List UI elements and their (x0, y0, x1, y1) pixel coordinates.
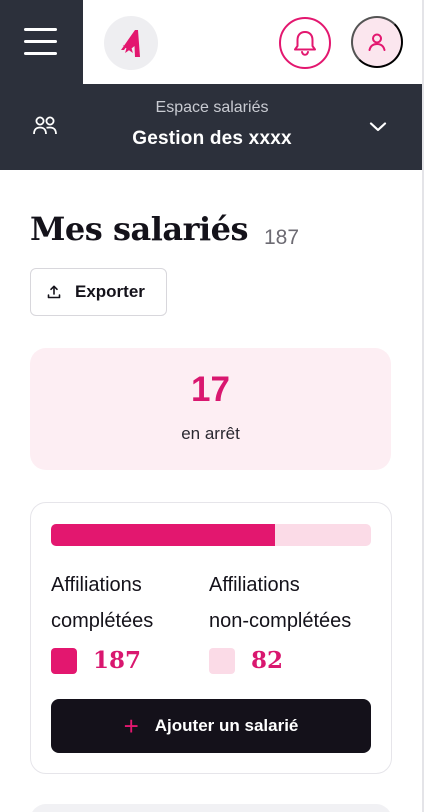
upload-icon (47, 285, 61, 299)
export-label: Exporter (75, 282, 145, 301)
plus-icon: + (123, 711, 139, 741)
incomplete-affiliations-value: 82 (209, 647, 283, 674)
page: Espace salariés Gestion des xxxx Mes sal… (0, 0, 422, 812)
incomplete-swatch (209, 647, 235, 674)
top-bar (0, 0, 422, 84)
employee-count: 187 (264, 226, 300, 249)
export-button[interactable]: Exporter (30, 268, 167, 316)
bell-icon (294, 31, 316, 56)
affiliation-progress-fill (51, 524, 275, 546)
sick-leave-card[interactable]: 17 en arrêt (30, 348, 391, 470)
brand-logo[interactable] (104, 16, 158, 70)
completed-affiliations-label: Affiliations complétées (51, 574, 154, 632)
notifications-button[interactable] (279, 17, 331, 69)
next-card (30, 804, 392, 812)
user-icon (368, 33, 386, 51)
add-employee-button[interactable]: + Ajouter un salarié (51, 699, 371, 753)
workspace-title: Gestion des xxxx (132, 128, 292, 149)
affiliations-card: Affiliations complétées Affiliations non… (30, 502, 392, 774)
logo-icon (121, 30, 140, 57)
profile-button[interactable] (351, 16, 403, 68)
workspace-selector[interactable]: Espace salariés Gestion des xxxx (0, 84, 422, 170)
completed-affiliations-value: 187 (51, 647, 141, 674)
incomplete-affiliations-label: Affiliations non-complétées (209, 574, 352, 632)
completed-swatch (51, 647, 77, 674)
chevron-down-icon (369, 122, 387, 132)
page-title: Mes salariés (30, 210, 248, 248)
stat-value: 17 (191, 370, 230, 409)
affiliation-progress-bar (51, 524, 371, 546)
stat-label: en arrêt (181, 424, 240, 443)
workspace-subtitle: Espace salariés (155, 99, 269, 116)
add-employee-label: Ajouter un salarié (154, 716, 299, 735)
menu-button[interactable] (0, 0, 83, 84)
